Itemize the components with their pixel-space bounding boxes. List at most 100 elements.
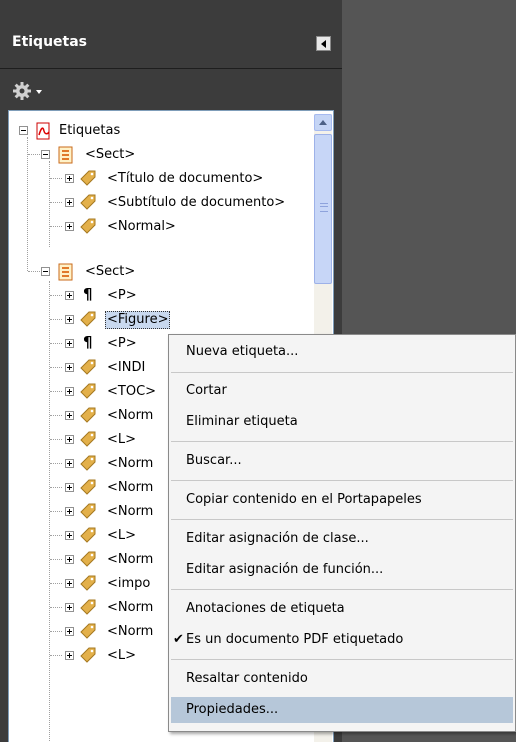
menu-item-cortar[interactable]: Cortar <box>171 378 513 404</box>
expand-toggle[interactable] <box>65 222 74 231</box>
expand-toggle[interactable] <box>65 411 74 420</box>
tree-guide <box>50 631 62 632</box>
menu-item-label: Anotaciones de etiqueta <box>186 601 345 616</box>
menu-separator <box>171 589 513 590</box>
expand-toggle[interactable] <box>65 291 74 300</box>
tree-guide <box>50 463 62 464</box>
tag-icon <box>80 623 96 639</box>
menu-item-label: Eliminar etiqueta <box>186 414 298 429</box>
expand-toggle[interactable] <box>65 315 74 324</box>
section-icon <box>58 263 73 281</box>
tag-icon <box>80 479 96 495</box>
section-icon <box>58 146 73 164</box>
tree-guide <box>28 271 40 272</box>
menu-separator <box>171 372 513 373</box>
scroll-up-button[interactable] <box>314 114 332 131</box>
expand-toggle[interactable] <box>65 339 74 348</box>
tree-label: <P> <box>107 336 137 351</box>
tag-icon <box>80 431 96 447</box>
tree-guide <box>50 295 62 296</box>
tree-guide <box>50 535 62 536</box>
tree-label: <Norm <box>107 504 154 519</box>
tree-guide <box>50 367 62 368</box>
menu-item-label: Resaltar contenido <box>186 671 308 686</box>
gear-icon <box>13 82 31 100</box>
paragraph-icon: ¶ <box>83 285 93 303</box>
tag-icon <box>80 218 96 234</box>
tree-guide <box>50 607 62 608</box>
tree-label: <INDI <box>107 360 146 375</box>
expand-toggle[interactable] <box>65 603 74 612</box>
tree-label: <L> <box>107 648 137 663</box>
tree-label: <Sect> <box>85 147 136 162</box>
tag-icon <box>80 407 96 423</box>
tree-guide <box>50 487 62 488</box>
scroll-thumb[interactable] <box>314 134 332 284</box>
expand-toggle[interactable] <box>65 483 74 492</box>
expand-toggle[interactable] <box>65 363 74 372</box>
collapse-toggle[interactable] <box>41 150 50 159</box>
tree-label: <Normal> <box>107 219 176 234</box>
tag-icon <box>80 383 96 399</box>
tag-icon <box>80 551 96 567</box>
tree-row[interactable]: ¶ <P> <box>9 284 309 308</box>
menu-item-nueva-etiqueta[interactable]: Nueva etiqueta... <box>171 339 513 365</box>
expand-toggle[interactable] <box>65 651 74 660</box>
menu-item-eliminar-etiqueta[interactable]: Eliminar etiqueta <box>171 409 513 435</box>
menu-item-label: Propiedades... <box>186 702 279 717</box>
tree-label: <Norm <box>107 624 154 639</box>
tag-icon <box>80 359 96 375</box>
tree-label: <Norm <box>107 552 154 567</box>
collapse-panel-button[interactable] <box>316 36 331 51</box>
tree-row[interactable]: <Sect> <box>9 143 309 167</box>
tree-row[interactable]: <Sect> <box>9 260 309 284</box>
tree-guide <box>50 415 62 416</box>
menu-separator <box>171 480 513 481</box>
expand-toggle[interactable] <box>65 459 74 468</box>
menu-separator <box>171 659 513 660</box>
expand-toggle[interactable] <box>65 555 74 564</box>
tree-label: <L> <box>107 528 137 543</box>
menu-item-propiedades[interactable]: Propiedades... <box>171 697 513 723</box>
menu-item-anotaciones-etiqueta[interactable]: Anotaciones de etiqueta <box>171 596 513 622</box>
tree-guide <box>28 154 40 155</box>
tree-row-root[interactable]: Etiquetas <box>9 119 309 143</box>
tree-label: <Norm <box>107 480 154 495</box>
menu-item-documento-etiquetado[interactable]: ✔ Es un documento PDF etiquetado <box>171 627 513 653</box>
collapse-toggle[interactable] <box>41 267 50 276</box>
tree-row-selected[interactable]: <Figure> <box>9 308 309 332</box>
tree-label: <Norm <box>107 456 154 471</box>
tree-label: <P> <box>107 288 137 303</box>
menu-separator <box>171 519 513 520</box>
expand-toggle[interactable] <box>65 507 74 516</box>
grip-icon <box>320 203 328 212</box>
context-menu: Nueva etiqueta... Cortar Eliminar etique… <box>168 334 516 732</box>
menu-item-label: Es un documento PDF etiquetado <box>186 632 404 647</box>
expand-toggle[interactable] <box>65 198 74 207</box>
tree-row[interactable]: <Subtítulo de documento> <box>9 191 309 215</box>
menu-item-editar-asignacion-funcion[interactable]: Editar asignación de función... <box>171 557 513 583</box>
tag-icon <box>80 455 96 471</box>
expand-toggle[interactable] <box>65 435 74 444</box>
menu-item-resaltar-contenido[interactable]: Resaltar contenido <box>171 666 513 692</box>
panel-title: Etiquetas <box>12 34 88 50</box>
menu-item-editar-asignacion-clase[interactable]: Editar asignación de clase... <box>171 526 513 552</box>
expand-toggle[interactable] <box>65 174 74 183</box>
expand-toggle[interactable] <box>65 531 74 540</box>
expand-toggle[interactable] <box>65 387 74 396</box>
tag-icon <box>80 527 96 543</box>
tree-guide <box>50 226 62 227</box>
expand-toggle[interactable] <box>65 627 74 636</box>
menu-item-buscar[interactable]: Buscar... <box>171 448 513 474</box>
tree-label: <Norm <box>107 408 154 423</box>
tree-row[interactable]: <Título de documento> <box>9 167 309 191</box>
tree-row[interactable]: <Normal> <box>9 215 309 239</box>
tree-guide <box>50 319 62 320</box>
menu-item-label: Copiar contenido en el Portapapeles <box>186 492 422 507</box>
collapse-toggle[interactable] <box>19 126 28 135</box>
options-menu-button[interactable] <box>12 81 52 101</box>
expand-toggle[interactable] <box>65 579 74 588</box>
tag-icon <box>80 599 96 615</box>
menu-item-copiar-contenido[interactable]: Copiar contenido en el Portapapeles <box>171 487 513 513</box>
tree-label: <Figure> <box>105 311 171 329</box>
